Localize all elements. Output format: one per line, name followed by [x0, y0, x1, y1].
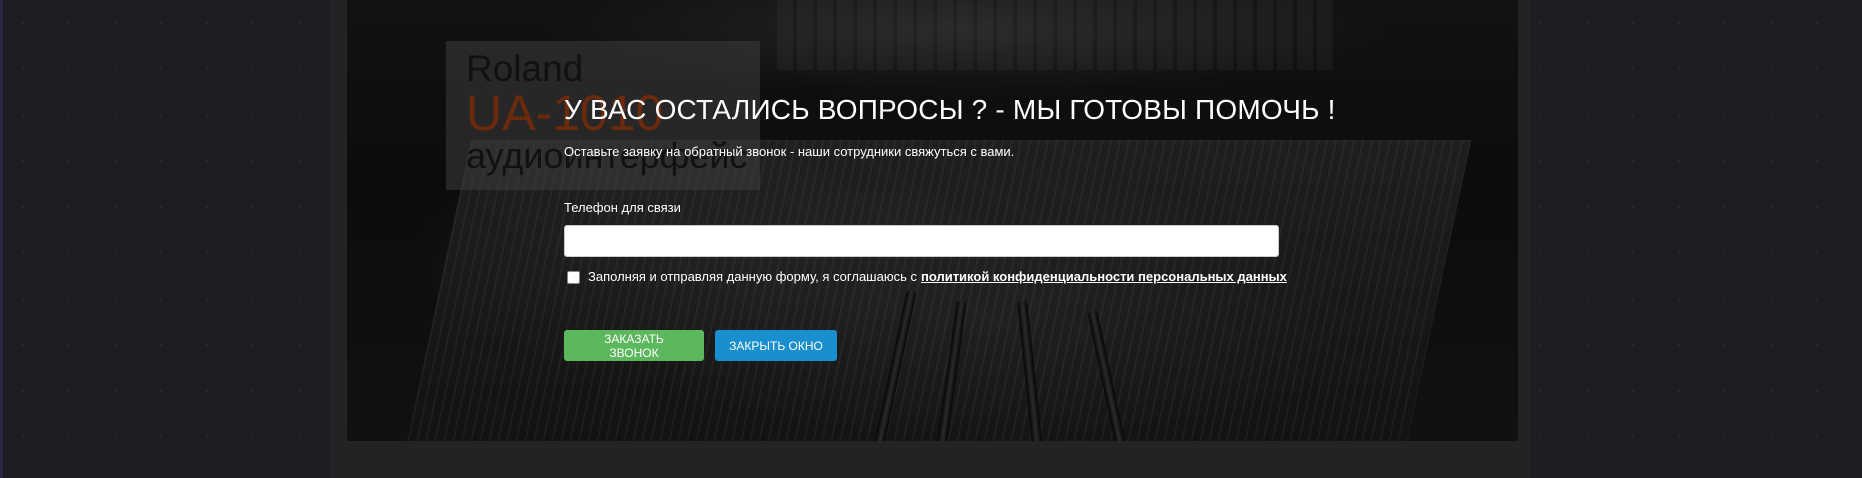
form-title: У ВАС ОСТАЛИСЬ ВОПРОСЫ ? - МЫ ГОТОВЫ ПОМ…	[564, 94, 1336, 125]
consent-checkbox[interactable]	[567, 270, 580, 284]
consent-row: Заполняя и отправляя данную форму, я сог…	[567, 268, 1287, 286]
form-buttons: ЗАКАЗАТЬ ЗВОНОК ЗАКРЫТЬ ОКНО	[564, 330, 837, 361]
order-call-button[interactable]: ЗАКАЗАТЬ ЗВОНОК	[564, 330, 704, 361]
hero-keyboard-shape	[777, 0, 1337, 70]
consent-text: Заполняя и отправляя данную форму, я сог…	[588, 269, 917, 284]
privacy-policy-link[interactable]: политикой конфиденциальности персональны…	[921, 268, 1287, 286]
form-subtitle: Оставьте заявку на обратный звонок - наш…	[564, 144, 1015, 159]
page-edge	[0, 0, 3, 478]
phone-label: Телефон для связи	[564, 200, 681, 215]
promo-brand: Roland	[466, 48, 584, 89]
phone-input[interactable]	[564, 225, 1279, 257]
close-window-button[interactable]: ЗАКРЫТЬ ОКНО	[715, 330, 837, 361]
callback-form: У ВАС ОСТАЛИСЬ ВОПРОСЫ ? - МЫ ГОТОВЫ ПОМ…	[564, 92, 1336, 361]
